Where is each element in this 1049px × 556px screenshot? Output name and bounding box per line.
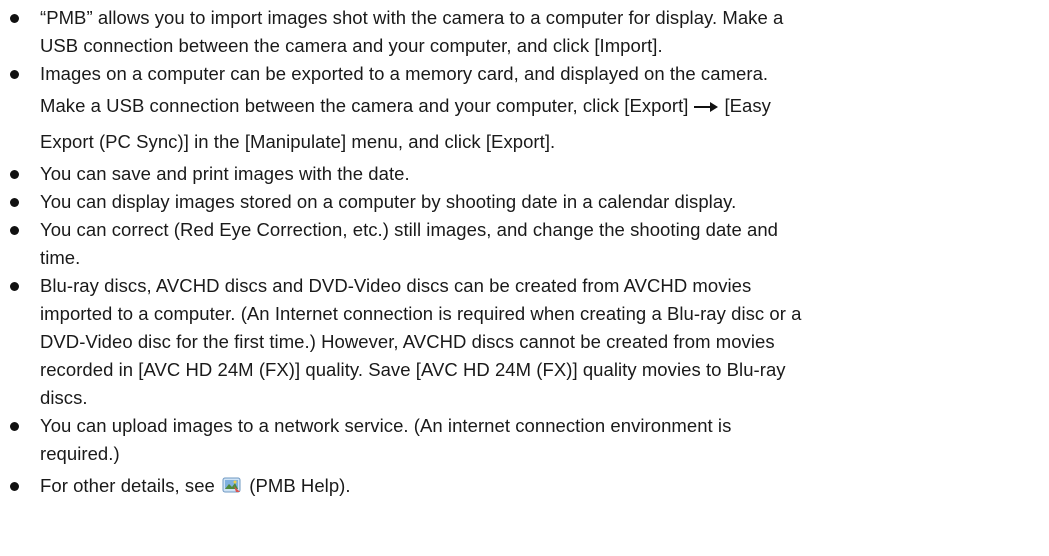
list-item: Images on a computer can be exported to … <box>10 60 1040 160</box>
item-line: You can correct (Red Eye Correction, etc… <box>40 219 779 240</box>
right-arrow-icon <box>694 101 719 113</box>
list-item: Blu-ray discs, AVCHD discs and DVD-Video… <box>10 272 1040 412</box>
item-text: “PMB” allows you to import images shot w… <box>40 4 1040 60</box>
item-line: required.) <box>40 443 120 464</box>
item-text: Blu-ray discs, AVCHD discs and DVD-Video… <box>40 272 1040 412</box>
item-line: time. <box>40 247 81 268</box>
bullet-icon <box>10 198 19 207</box>
document-page: “PMB” allows you to import images shot w… <box>0 0 1049 556</box>
list-item: “PMB” allows you to import images shot w… <box>10 4 1040 60</box>
bullet-icon <box>10 282 19 291</box>
list-item: For other details, see (PMB Help). <box>10 472 1040 500</box>
bullet-icon <box>10 14 19 23</box>
item-line: recorded in [AVC HD 24M (FX)] quality. S… <box>40 359 786 380</box>
item-line: You can upload images to a network servi… <box>40 415 732 436</box>
pmb-help-icon[interactable] <box>222 476 242 494</box>
item-line: Images on a computer can be exported to … <box>40 63 769 84</box>
item-line: DVD-Video disc for the first time.) Howe… <box>40 331 775 352</box>
item-text: For other details, see (PMB Help). <box>40 472 1040 500</box>
item-line-part: Make a USB connection between the camera… <box>40 95 689 116</box>
list-item: You can upload images to a network servi… <box>10 412 1040 468</box>
item-line: Export (PC Sync)] in the [Manipulate] me… <box>40 131 556 152</box>
item-text: You can upload images to a network servi… <box>40 412 1040 468</box>
item-line: “PMB” allows you to import images shot w… <box>40 7 784 28</box>
list-item: You can display images stored on a compu… <box>10 188 1040 216</box>
item-line-part: [Easy <box>724 95 771 116</box>
item-text: You can save and print images with the d… <box>40 160 1040 188</box>
bullet-icon <box>10 482 19 491</box>
item-line-part: (PMB Help). <box>249 475 351 496</box>
item-line: You can display images stored on a compu… <box>40 191 737 212</box>
item-line: Make a USB connection between the camera… <box>40 88 1040 124</box>
item-line-part: For other details, see <box>40 475 215 496</box>
item-text: You can correct (Red Eye Correction, etc… <box>40 216 1040 272</box>
item-line: For other details, see (PMB Help). <box>40 472 1040 500</box>
bullet-icon <box>10 422 19 431</box>
bullet-icon <box>10 170 19 179</box>
item-text: Images on a computer can be exported to … <box>40 60 1040 160</box>
item-line: USB connection between the camera and yo… <box>40 35 663 56</box>
item-line: discs. <box>40 387 88 408</box>
item-line: Blu-ray discs, AVCHD discs and DVD-Video… <box>40 275 752 296</box>
list-item: You can correct (Red Eye Correction, etc… <box>10 216 1040 272</box>
item-line: You can save and print images with the d… <box>40 163 410 184</box>
item-text: You can display images stored on a compu… <box>40 188 1040 216</box>
item-line: imported to a computer. (An Internet con… <box>40 303 802 324</box>
feature-list: “PMB” allows you to import images shot w… <box>10 4 1040 500</box>
bullet-icon <box>10 70 19 79</box>
list-item: You can save and print images with the d… <box>10 160 1040 188</box>
bullet-icon <box>10 226 19 235</box>
